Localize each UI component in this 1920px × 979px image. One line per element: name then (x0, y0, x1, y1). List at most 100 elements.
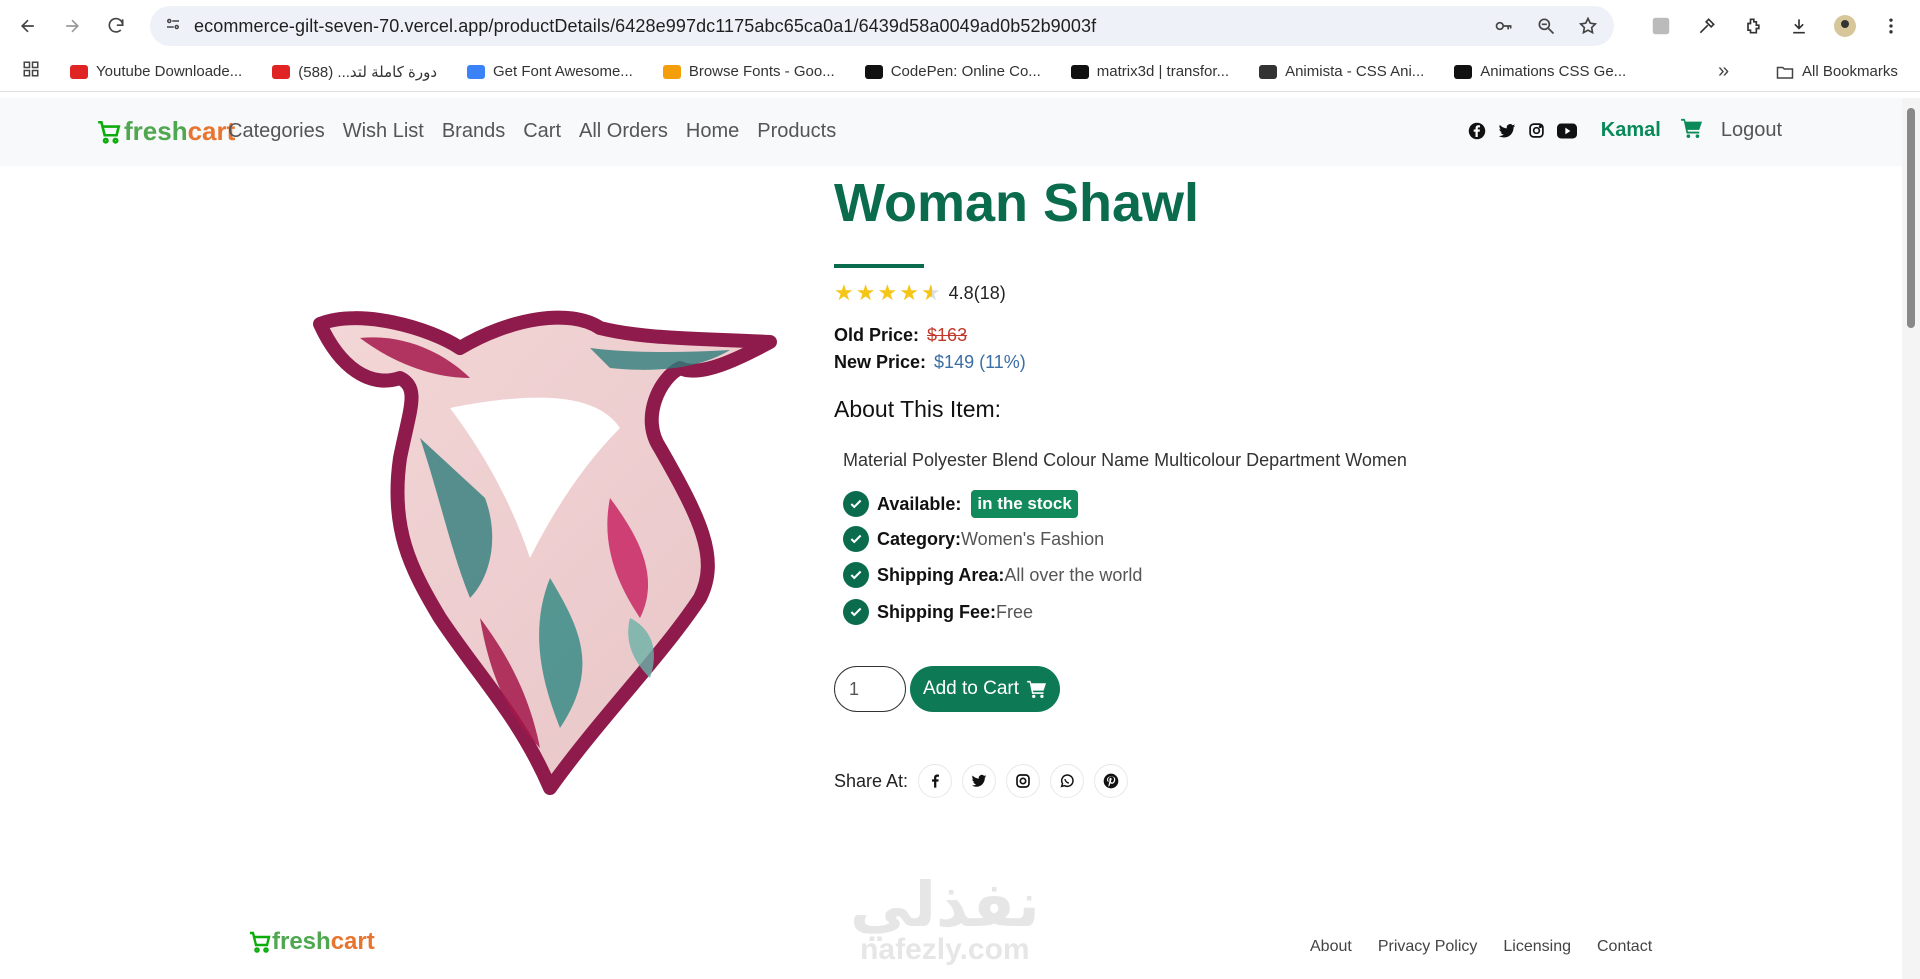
site-info-icon[interactable] (164, 15, 182, 38)
share-section: Share At: (834, 764, 1129, 798)
web-page: fresh cart Categories Wish List Brands Ca… (0, 98, 1902, 979)
logo-text-cart: cart (330, 928, 375, 955)
page-scrollbar[interactable] (1902, 98, 1920, 979)
bookmark-item[interactable]: Get Font Awesome... (467, 63, 633, 80)
logo-text-fresh: fresh (272, 928, 331, 955)
more-bookmarks-icon[interactable]: » (1718, 60, 1729, 83)
address-bar[interactable]: ecommerce-gilt-seven-70.vercel.app/produ… (150, 6, 1614, 46)
key-icon[interactable] (1492, 14, 1516, 38)
feature-shipping-area: Shipping Area: All over the world (843, 562, 1142, 588)
bookmark-item[interactable]: CodePen: Online Co... (864, 63, 1041, 80)
all-bookmarks[interactable]: All Bookmarks (1776, 63, 1898, 80)
add-to-cart-button[interactable]: Add to Cart (910, 666, 1060, 712)
nav-right: Kamal Logout (1467, 118, 1782, 143)
youtube-icon[interactable] (1556, 121, 1577, 141)
bookmark-favicon-icon (70, 64, 88, 79)
feature-available: Available: in the stock (843, 490, 1078, 518)
product-description: Material Polyester Blend Colour Name Mul… (843, 450, 1407, 470)
avatar[interactable] (1830, 6, 1860, 46)
feature-value: Free (996, 601, 1034, 622)
star-bookmark-icon[interactable] (1576, 14, 1600, 38)
apps-icon[interactable] (22, 60, 40, 83)
footer-privacy-policy[interactable]: Privacy Policy (1378, 938, 1478, 956)
footer-licensing[interactable]: Licensing (1503, 938, 1571, 956)
stock-badge: in the stock (971, 490, 1078, 518)
bookmark-item[interactable]: Browse Fonts - Goo... (662, 63, 835, 80)
bookmark-favicon-icon (662, 64, 681, 79)
bookmark-label: CodePen: Online Co... (890, 63, 1041, 80)
nav-categories[interactable]: Categories (228, 120, 325, 143)
quantity-input[interactable] (834, 666, 906, 712)
bookmark-favicon-icon (467, 64, 486, 79)
footer-logo[interactable]: fresh cart (248, 928, 375, 956)
logo-cart-icon (250, 931, 271, 953)
twitter-icon[interactable] (1497, 121, 1517, 141)
footer-about[interactable]: About (1310, 938, 1352, 956)
check-circle-icon (843, 491, 869, 517)
facebook-icon[interactable] (918, 764, 953, 798)
check-circle-icon (843, 562, 869, 588)
back-icon[interactable] (8, 6, 48, 46)
bookmark-label: Youtube Downloade... (96, 63, 243, 80)
nav-brands[interactable]: Brands (442, 120, 505, 143)
bookmark-favicon-icon (272, 64, 291, 79)
bookmark-item[interactable]: matrix3d | transfor... (1070, 63, 1230, 80)
browser-toolbar: ecommerce-gilt-seven-70.vercel.app/produ… (0, 0, 1920, 52)
feature-label: Shipping Fee: (877, 601, 996, 622)
old-price-row: Old Price: $163 (834, 325, 967, 346)
check-circle-icon (843, 526, 869, 552)
main-nav: Categories Wish List Brands Cart All Ord… (228, 120, 836, 143)
nav-cart[interactable]: Cart (523, 120, 561, 143)
bookmark-item[interactable]: دورة كاملة لتد... (588) (272, 63, 437, 81)
forward-icon[interactable] (52, 6, 92, 46)
scrollbar-thumb[interactable] (1907, 108, 1915, 328)
user-name[interactable]: Kamal (1601, 119, 1661, 142)
footer-contact[interactable]: Contact (1597, 938, 1652, 956)
zoom-icon[interactable] (1534, 14, 1558, 38)
bookmarks-bar: Youtube Downloade... دورة كاملة لتد... (5… (0, 52, 1920, 92)
add-to-cart-label: Add to Cart (922, 678, 1020, 699)
extensions-icon[interactable] (1738, 6, 1768, 46)
watermark: نفذلي nafezly.com (850, 868, 1040, 967)
product-image (300, 298, 790, 818)
star-half-icon: ★ (920, 280, 941, 305)
twitter-icon[interactable] (962, 764, 997, 798)
nav-wish-list[interactable]: Wish List (343, 120, 424, 143)
rating-value: 4.8(18) (948, 282, 1006, 303)
whatsapp-icon[interactable] (1050, 764, 1085, 798)
site-navbar: fresh cart Categories Wish List Brands Ca… (0, 98, 1902, 166)
bookmark-label: Animations CSS Ge... (1480, 63, 1627, 80)
nav-home[interactable]: Home (686, 120, 739, 143)
product-title: Woman Shawl (834, 173, 1200, 233)
menu-icon[interactable] (1876, 6, 1906, 46)
instagram-icon[interactable] (1527, 121, 1547, 141)
pinterest-icon[interactable] (1094, 764, 1129, 798)
bookmark-label: Get Font Awesome... (493, 63, 633, 80)
download-icon[interactable] (1784, 6, 1814, 46)
feature-label: Available: (877, 493, 962, 514)
bookmark-favicon-icon (864, 64, 883, 79)
nav-all-orders[interactable]: All Orders (579, 120, 668, 143)
old-price-label: Old Price: (834, 325, 920, 345)
bookmark-item[interactable]: Animations CSS Ge... (1454, 63, 1626, 80)
bookmark-label: Browse Fonts - Goo... (688, 63, 835, 80)
facebook-icon[interactable] (1467, 121, 1487, 141)
profile-tab-icon[interactable] (1646, 6, 1676, 46)
new-price-label: New Price: (834, 352, 927, 372)
feature-category: Category: Women's Fashion (843, 526, 1104, 552)
nav-products[interactable]: Products (757, 120, 836, 143)
share-label: Share At: (834, 770, 909, 791)
instagram-icon[interactable] (1006, 764, 1041, 798)
cart-icon[interactable] (1680, 118, 1703, 143)
bookmark-label: Animista - CSS Ani... (1285, 63, 1425, 80)
logout-link[interactable]: Logout (1721, 119, 1782, 142)
site-logo[interactable]: fresh cart (96, 116, 235, 147)
reload-icon[interactable] (96, 6, 136, 46)
bookmark-label: matrix3d | transfor... (1096, 63, 1230, 80)
bookmark-item[interactable]: Animista - CSS Ani... (1259, 63, 1424, 80)
feature-label: Category: (877, 528, 962, 549)
bookmark-item[interactable]: Youtube Downloade... (70, 63, 242, 80)
feature-label: Shipping Area: (877, 564, 1005, 585)
title-underline (834, 264, 924, 268)
eyedropper-icon[interactable] (1692, 6, 1722, 46)
